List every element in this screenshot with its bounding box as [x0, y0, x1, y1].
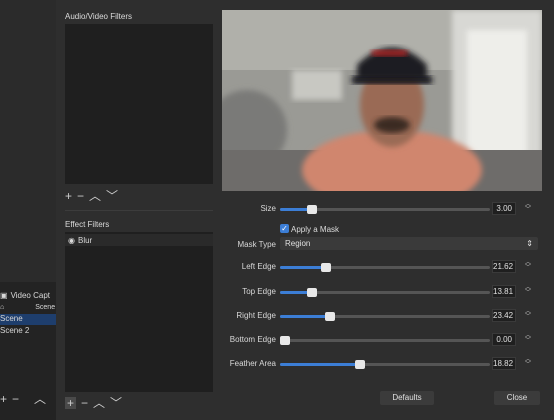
remove-icon[interactable]: − — [12, 393, 19, 405]
scene-label: Scene 2 — [0, 326, 30, 335]
top-edge-label: Top Edge — [242, 287, 276, 296]
size-spin-arrows[interactable]: ︿ ﹀ — [525, 202, 531, 213]
scene-item-2[interactable]: Scene 2 — [0, 326, 56, 337]
top-edge-slider-thumb[interactable] — [306, 288, 317, 297]
size-value[interactable]: 3.00 — [492, 202, 516, 215]
scene-icon: ⌂ — [0, 303, 5, 311]
move-down-icon[interactable]: ﹀ — [110, 397, 122, 409]
right-edge-label: Right Edge — [236, 311, 276, 320]
add-icon[interactable]: + — [65, 190, 72, 202]
move-down-icon[interactable]: ﹀ — [106, 190, 118, 202]
feather-area-value[interactable]: 18.82 — [492, 357, 516, 370]
size-label: Size — [260, 204, 276, 213]
av-filters-list[interactable] — [65, 24, 213, 184]
feather-area-slider[interactable] — [280, 360, 490, 369]
left-edge-slider-thumb[interactable] — [321, 263, 332, 272]
top-edge-value[interactable]: 13.81 — [492, 285, 516, 298]
feather-area-slider-thumb[interactable] — [354, 360, 365, 369]
right-edge-spin-arrows[interactable]: ︿ ﹀ — [525, 309, 531, 320]
camera-icon: ▣ — [0, 290, 8, 300]
mask-type-label: Mask Type — [237, 240, 276, 249]
apply-mask-checkbox[interactable]: ✓ — [280, 224, 289, 233]
add-icon[interactable]: + — [0, 393, 7, 405]
top-edge-spin-arrows[interactable]: ︿ ﹀ — [525, 285, 531, 296]
scenes-column-header: Scene — [35, 303, 56, 311]
bottom-edge-label: Bottom Edge — [229, 335, 276, 344]
divider — [65, 210, 213, 211]
close-button[interactable]: Close — [494, 391, 540, 405]
video-preview — [222, 10, 542, 191]
scenes-header: ⌂ Scene — [0, 302, 56, 312]
scene-controls: + − ︿ — [0, 393, 46, 405]
remove-icon[interactable]: − — [81, 397, 88, 409]
select-arrows-icon: ⇕ — [526, 239, 533, 248]
source-item[interactable]: ▣ Video Capt — [0, 289, 56, 301]
right-edge-slider-thumb[interactable] — [325, 312, 336, 321]
left-edge-value[interactable]: 21.62 — [492, 260, 516, 273]
effect-filters-list[interactable]: ◉ Blur — [65, 232, 213, 392]
defaults-button[interactable]: Defaults — [380, 391, 434, 405]
left-edge-spin-arrows[interactable]: ︿ ﹀ — [525, 260, 531, 271]
scene-item-1[interactable]: Scene — [0, 314, 56, 325]
filter-label: Blur — [77, 235, 93, 245]
right-edge-value[interactable]: 23.42 — [492, 309, 516, 322]
bottom-edge-spin-arrows[interactable]: ︿ ﹀ — [525, 333, 531, 344]
top-edge-slider[interactable] — [280, 288, 490, 297]
bottom-edge-value[interactable]: 0.00 — [492, 333, 516, 346]
remove-icon[interactable]: − — [77, 190, 84, 202]
mask-type-select[interactable]: Region ⇕ — [280, 237, 538, 250]
eye-icon[interactable]: ◉ — [68, 236, 75, 245]
bottom-edge-slider-thumb[interactable] — [280, 336, 290, 345]
blurred-camera-image — [222, 10, 542, 191]
move-up-icon[interactable]: ︿ — [89, 190, 101, 202]
effect-filters-controls: + − ︿ ﹀ — [65, 397, 122, 409]
left-edge-slider[interactable] — [280, 263, 490, 272]
left-edge-label: Left Edge — [241, 262, 276, 271]
scenes-panel: ▣ Video Capt ⌂ Scene Scene Scene 2 + − ︿ — [0, 282, 56, 420]
right-edge-slider[interactable] — [280, 312, 490, 321]
add-icon[interactable]: + — [65, 397, 77, 409]
scene-label: Scene — [0, 314, 23, 323]
effect-filters-title: Effect Filters — [65, 220, 110, 229]
apply-mask-label: Apply a Mask — [291, 225, 340, 234]
size-slider[interactable] — [280, 205, 490, 214]
av-filters-title: Audio/Video Filters — [65, 12, 132, 21]
mask-type-value: Region — [285, 239, 311, 248]
filter-item-blur[interactable]: ◉ Blur — [65, 234, 213, 246]
av-filters-controls: + − ︿ ﹀ — [65, 190, 118, 202]
source-label: Video Capt — [10, 290, 50, 300]
feather-area-label: Feather Area — [229, 359, 276, 368]
bottom-edge-slider[interactable] — [280, 336, 490, 345]
feather-area-spin-arrows[interactable]: ︿ ﹀ — [525, 357, 531, 368]
move-up-icon[interactable]: ︿ — [34, 393, 46, 405]
size-slider-thumb[interactable] — [306, 205, 317, 214]
move-up-icon[interactable]: ︿ — [93, 397, 105, 409]
